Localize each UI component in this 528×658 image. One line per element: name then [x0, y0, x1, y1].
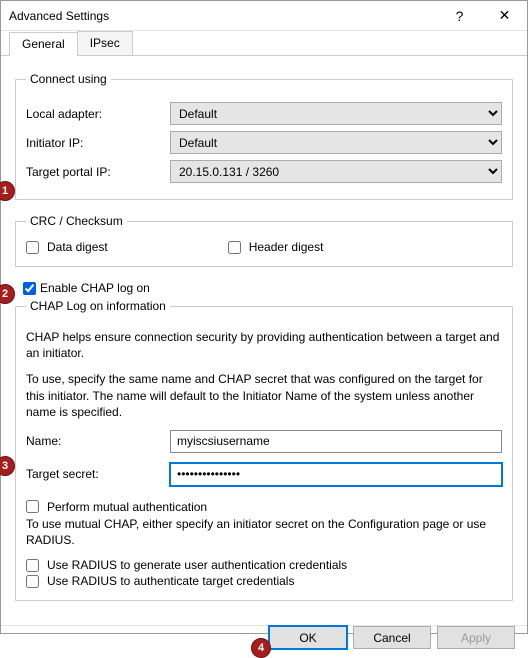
- button-bar: 4 OK Cancel Apply: [1, 625, 527, 649]
- callout-3: 3: [0, 456, 15, 476]
- data-digest-label: Data digest: [47, 240, 108, 254]
- local-adapter-select[interactable]: Default: [170, 102, 502, 125]
- apply-button[interactable]: Apply: [437, 626, 515, 649]
- close-icon: ✕: [499, 7, 511, 24]
- target-secret-label: Target secret:: [26, 467, 170, 481]
- local-adapter-label: Local adapter:: [26, 107, 170, 121]
- initiator-ip-label: Initiator IP:: [26, 136, 170, 150]
- tabstrip: General IPsec: [1, 31, 527, 56]
- radius-auth-checkbox[interactable]: [26, 575, 39, 588]
- chap-desc1: CHAP helps ensure connection security by…: [26, 329, 502, 361]
- ok-button[interactable]: OK: [269, 626, 347, 649]
- help-button[interactable]: ?: [437, 1, 482, 31]
- mutual-auth-checkbox[interactable]: [26, 500, 39, 513]
- crc-legend: CRC / Checksum: [26, 214, 127, 228]
- mutual-auth-label: Perform mutual authentication: [47, 500, 207, 514]
- initiator-ip-select[interactable]: Default: [170, 131, 502, 154]
- header-digest-checkbox[interactable]: [228, 241, 241, 254]
- enable-chap-checkbox[interactable]: [23, 282, 36, 295]
- radius-auth-label: Use RADIUS to authenticate target creden…: [47, 574, 294, 588]
- crc-group: CRC / Checksum Data digest Header digest: [15, 214, 513, 267]
- chap-name-label: Name:: [26, 434, 170, 448]
- connect-using-group: Connect using Local adapter: Default Ini…: [15, 72, 513, 200]
- header-digest-label: Header digest: [249, 240, 324, 254]
- content-area: 1 2 3 Connect using Local adapter: Defau…: [1, 56, 527, 625]
- data-digest-checkbox[interactable]: [26, 241, 39, 254]
- window-title: Advanced Settings: [9, 9, 437, 23]
- cancel-button[interactable]: Cancel: [353, 626, 431, 649]
- tab-ipsec[interactable]: IPsec: [77, 31, 133, 55]
- radius-generate-label: Use RADIUS to generate user authenticati…: [47, 558, 347, 572]
- chap-desc2: To use, specify the same name and CHAP s…: [26, 371, 502, 420]
- titlebar: Advanced Settings ? ✕: [1, 1, 527, 31]
- dialog-window: Advanced Settings ? ✕ General IPsec 1 2 …: [0, 0, 528, 634]
- chap-name-input[interactable]: [170, 430, 502, 453]
- callout-4: 4: [251, 638, 271, 658]
- target-secret-input[interactable]: [170, 463, 502, 486]
- enable-chap-label: Enable CHAP log on: [40, 281, 150, 295]
- close-button[interactable]: ✕: [482, 1, 527, 31]
- connect-using-legend: Connect using: [26, 72, 111, 86]
- tab-general[interactable]: General: [9, 32, 78, 56]
- chap-group: CHAP Log on information CHAP helps ensur…: [15, 299, 513, 601]
- callout-2: 2: [0, 284, 15, 304]
- callout-1: 1: [0, 181, 15, 201]
- target-portal-ip-select[interactable]: 20.15.0.131 / 3260: [170, 160, 502, 183]
- target-portal-ip-label: Target portal IP:: [26, 165, 170, 179]
- mutual-desc: To use mutual CHAP, either specify an in…: [26, 516, 502, 548]
- radius-generate-checkbox[interactable]: [26, 559, 39, 572]
- chap-legend: CHAP Log on information: [26, 299, 170, 313]
